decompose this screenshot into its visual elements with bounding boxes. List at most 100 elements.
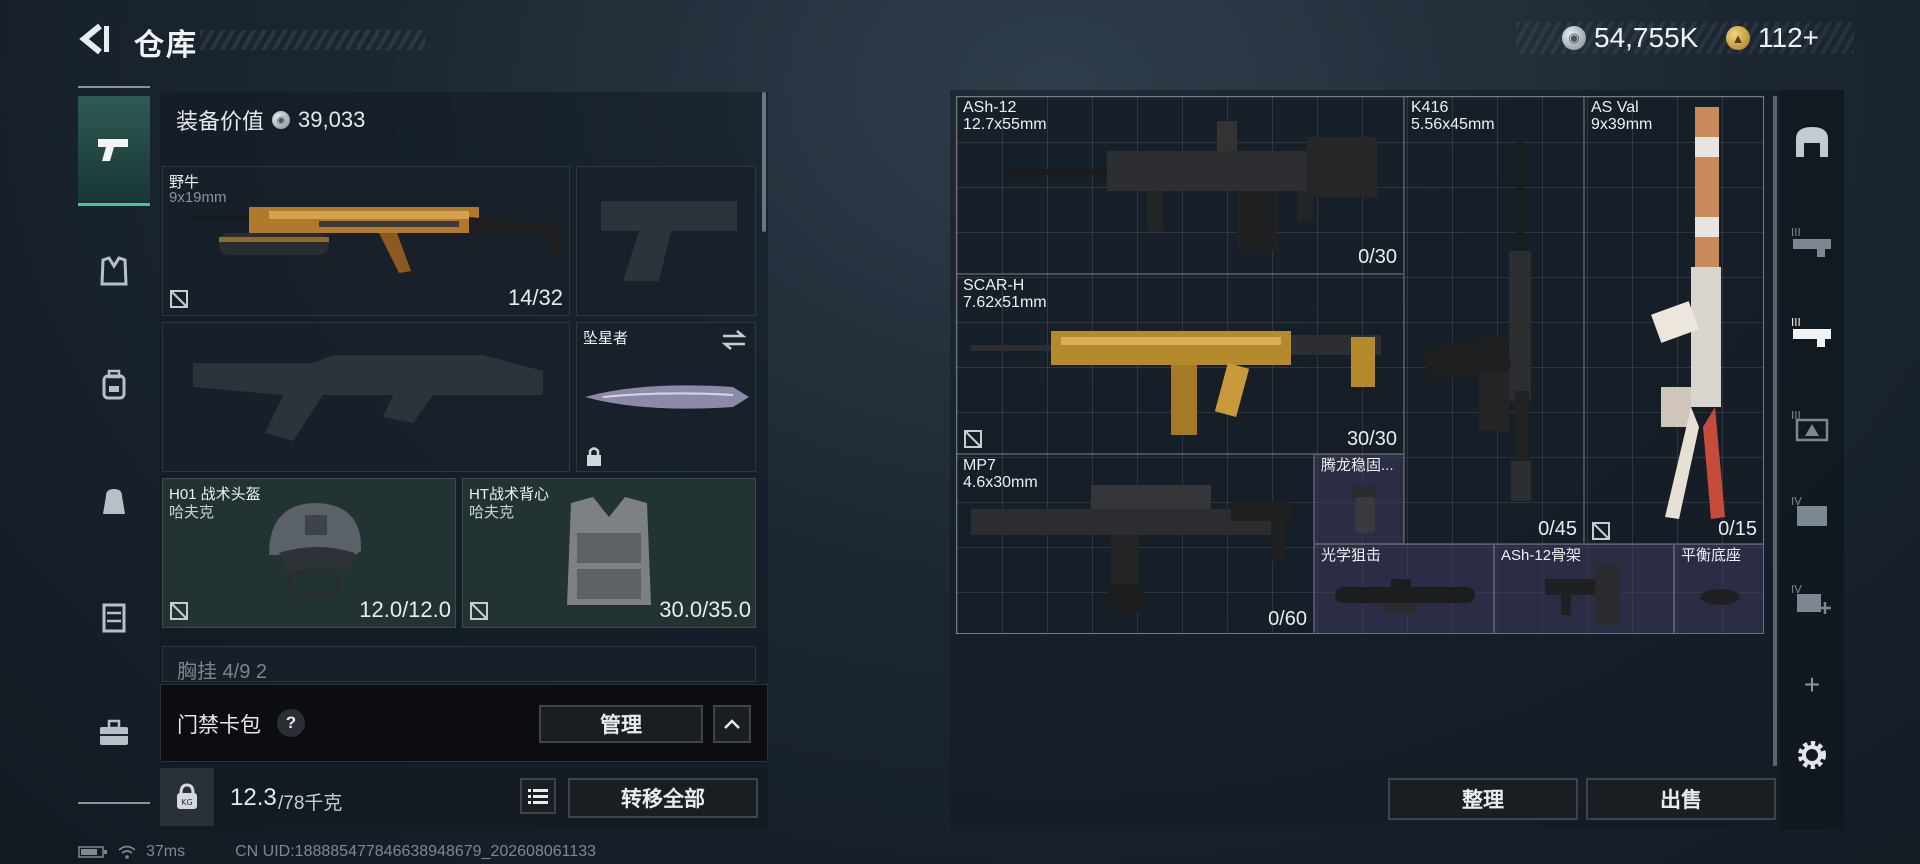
title-decoration [200,30,425,50]
stash-page-5-icon: IV [1791,495,1827,526]
svg-text:KG: KG [181,798,192,807]
durability-icon [964,430,982,448]
armor-slot[interactable]: HT战术背心 哈夫克 30.0/35.0 [462,478,756,628]
page-title: 仓库 [134,29,198,62]
keycard-help-button[interactable]: ? [277,709,305,737]
stash-item-balance-base[interactable]: 平衡底座 [1674,544,1764,634]
chest-rig-slot[interactable]: 胸挂 4/9 2 [162,646,756,682]
back-button[interactable] [78,22,112,56]
stash-item-ash12[interactable]: ASh-12 12.7x55mm 0/30 [956,96,1404,274]
pistol-silhouette-icon [601,201,737,281]
kettlebell-icon: KG [177,783,197,809]
collapse-button[interactable] [713,705,751,743]
k416-rifle-image [1422,141,1531,501]
item-ammo-count: 0/15 [1718,518,1757,540]
bag-icon [103,489,125,514]
tab-bag[interactable] [78,466,150,536]
durability-icon [170,602,188,620]
weight-bar: KG 12.3 /78千克 转移全部 [160,768,768,826]
tab-locker[interactable] [78,582,150,652]
helmet-image [269,503,362,595]
tab-safe-box[interactable] [1780,106,1844,176]
secondary-weapon-slot[interactable] [162,322,570,472]
sell-button[interactable]: 出售 [1586,778,1776,820]
stash-item-scar-h[interactable]: SCAR-H 7.62x51mm 30/30 [956,274,1404,454]
item-name: K416 [1411,99,1449,116]
tab-stash-6[interactable]: IV [1780,564,1844,634]
locker-icon [102,603,126,633]
item-name: SCAR-H [963,277,1025,294]
ash12-rifle-image [1007,121,1377,251]
item-ammo-count: 0/45 [1538,518,1577,540]
durability-icon [1592,522,1610,540]
item-name: 光学狙击 [1321,547,1382,564]
rifle-silhouette-icon [193,355,543,441]
helmet-slot[interactable]: H01 战术头盔 哈夫克 12.0/12.0 [162,478,456,628]
weight-max: /78千克 [278,793,343,814]
tab-stash-4[interactable]: III [1780,390,1844,460]
lock-icon [587,447,601,466]
gold-coin-icon: ▲ [1726,26,1750,50]
durability-icon [170,290,188,308]
swap-icon[interactable] [721,329,747,351]
gold-amount[interactable]: 112+ [1758,22,1819,54]
left-category-tabs [78,86,150,806]
wifi-icon [118,845,136,859]
transfer-all-button[interactable]: 转移全部 [568,778,758,818]
pistol-slot[interactable] [576,166,756,316]
sort-button[interactable]: 整理 [1388,778,1578,820]
stash-item-as-val[interactable]: AS Val 9x39mm 0/15 [1584,96,1764,544]
mp7-smg-image [971,485,1291,615]
primary-weapon-slot[interactable]: 野牛 9x19mm 14/32 [162,166,570,316]
status-footer: 37ms CN UID:18888547784663894867​9_20260… [78,843,596,861]
melee-name: 坠星者 [583,330,629,347]
back-arrow-icon [79,23,109,55]
stash-page-3-icon: III [1791,316,1831,347]
stash-item-mp7[interactable]: MP7 4.6x30mm 0/60 [956,454,1314,634]
settings-icon [1798,741,1826,769]
base-mount-image [1700,589,1740,605]
chevron-up-icon [724,719,740,729]
scar-h-rifle-image [971,331,1381,435]
primary-weapon-ammo: 14/32 [507,285,563,310]
add-page-button[interactable]: + [1780,650,1844,720]
equipment-value-label: 装备价值 [176,109,265,134]
stash-item-sniper-scope[interactable]: 光学狙击 [1314,544,1494,634]
tab-toolbox[interactable] [78,698,150,768]
tab-stash-5[interactable]: IV [1780,476,1844,546]
helmet-durability: 12.0/12.0 [359,597,451,622]
tab-stash-2[interactable]: III [1780,206,1844,276]
weight-icon-box: KG [160,768,214,826]
manage-button[interactable]: 管理 [539,705,703,743]
uid-text: CN UID:18888547784663894867​9_2026080611… [235,843,597,860]
svg-text:III: III [1791,316,1801,329]
bizon-smg-image [189,207,559,273]
stash-item-ash12-stock[interactable]: ASh-12骨架 [1494,544,1674,634]
list-icon [528,789,548,804]
stock-image [1545,565,1619,625]
svg-text:III: III [1791,226,1801,239]
stash-item-k416[interactable]: K416 5.56x45mm 0/45 [1404,96,1584,544]
ping-value: 37ms [146,843,186,860]
equipment-scrollbar[interactable] [762,92,766,232]
helmet-brand: 哈夫克 [169,504,215,521]
settings-button[interactable] [1780,720,1844,790]
stash-page-tabs: III III III IV IV + [1780,90,1844,830]
tab-backpack[interactable] [78,350,150,420]
tab-vest[interactable] [78,236,150,306]
equipment-value: 39,033 [298,107,366,132]
list-view-button[interactable] [520,778,556,814]
grip-image [1351,485,1377,533]
tab-weapons[interactable] [78,96,150,206]
stash-page-6-icon: IV [1791,583,1831,614]
keycard-label: 门禁卡包 [177,714,261,737]
stash-scrollbar[interactable] [1773,96,1777,766]
stash-item-grip[interactable]: 腾龙稳固... [1314,454,1404,544]
silver-coin-icon: ◉ [1562,26,1586,50]
knife-image [585,385,749,409]
item-ammo-count: 0/30 [1358,246,1397,268]
melee-slot[interactable]: 坠星者 [576,322,756,472]
silver-amount: 54,755K [1594,22,1699,53]
stash-page-2-icon: III [1791,226,1831,257]
tab-stash-3[interactable]: III [1780,296,1844,366]
